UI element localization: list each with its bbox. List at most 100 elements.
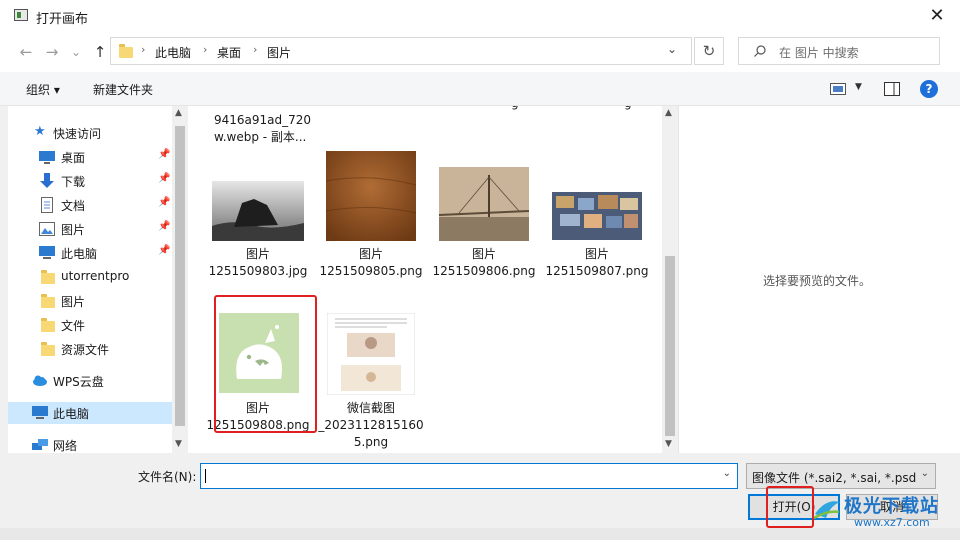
chevron-down-icon[interactable]: ⌄: [723, 468, 731, 479]
sidebar-item-files[interactable]: 文件: [8, 314, 172, 336]
address-bar[interactable]: › 此电脑 › 桌面 › 图片 ⌄: [110, 37, 692, 65]
address-dropdown-icon[interactable]: ⌄: [667, 42, 677, 56]
computer-icon: [32, 406, 48, 419]
pin-icon: 📌: [158, 245, 171, 256]
breadcrumb-pictures[interactable]: 图片: [267, 44, 291, 61]
highlight-box: [766, 486, 814, 528]
view-options-icon[interactable]: [830, 83, 846, 95]
filename-label: 文件名(N):: [138, 470, 197, 484]
sidebar-item-this-pc-quick[interactable]: 此电脑 📌: [8, 242, 172, 264]
image-thumbnail: [552, 192, 642, 240]
up-arrow-icon[interactable]: ↑: [90, 42, 110, 62]
image-thumbnail: [326, 151, 416, 241]
document-icon: [41, 197, 53, 213]
command-toolbar: 组织 ▾ 新建文件夹 ▼: [0, 72, 960, 106]
back-arrow-icon[interactable]: ←: [16, 42, 36, 62]
view-dropdown-icon[interactable]: ▼: [855, 82, 862, 92]
sidebar-item-label: utorrentpro: [61, 269, 130, 283]
desktop-icon: [39, 151, 55, 164]
help-icon[interactable]: ?: [920, 80, 938, 98]
file-name: 图片 1251509803.jpg: [208, 247, 308, 278]
sidebar-item-quick-access[interactable]: ★ 快速访问: [8, 122, 172, 144]
text-caret: [205, 469, 206, 483]
highlight-box: [214, 295, 317, 433]
cut-off-caption: g: [511, 106, 519, 110]
sidebar-item-this-pc[interactable]: 此电脑: [8, 402, 172, 424]
sidebar-item-label: 文件: [61, 319, 86, 333]
organize-button[interactable]: 组织 ▾: [26, 81, 60, 98]
folder-icon: [41, 270, 55, 284]
title-bar: 打开画布 ✕: [0, 0, 960, 32]
new-folder-button[interactable]: 新建文件夹: [93, 81, 153, 98]
computer-icon: [39, 246, 55, 259]
navigation-bar: ← → ⌄ ↑ › 此电脑 › 桌面 › 图片 ⌄ ↻ 在 图片 中搜索: [0, 32, 960, 72]
scroll-up-icon[interactable]: ▲: [665, 108, 672, 118]
watermark: 极光下载站 www.xz7.com: [812, 490, 960, 534]
breadcrumb-this-pc[interactable]: 此电脑: [155, 44, 191, 61]
network-icon: [32, 439, 48, 450]
sidebar-item-resources[interactable]: 资源文件: [8, 338, 172, 360]
file-name-line: w.webp - 副本...: [214, 130, 307, 144]
star-icon: ★: [34, 124, 46, 139]
sidebar-item-network[interactable]: 网络: [8, 434, 172, 456]
scroll-down-icon[interactable]: ▼: [665, 439, 672, 449]
scroll-down-icon[interactable]: ▼: [175, 439, 182, 449]
sidebar-item-label: 此电脑: [53, 407, 90, 421]
scrollbar-thumb[interactable]: [665, 256, 675, 436]
filename-input[interactable]: ⌄: [200, 463, 738, 489]
download-icon: [40, 173, 54, 188]
sidebar-item-downloads[interactable]: 下载 📌: [8, 170, 172, 192]
breadcrumb-separator: ›: [253, 43, 258, 56]
close-button[interactable]: ✕: [922, 3, 952, 29]
pin-icon: 📌: [158, 149, 171, 160]
image-thumbnail: [439, 167, 529, 241]
pin-icon: 📌: [158, 197, 171, 208]
search-icon: [754, 45, 766, 57]
sidebar-item-label: 网络: [53, 439, 78, 453]
folder-icon: [41, 318, 55, 332]
sidebar-item-label: 图片: [61, 223, 86, 237]
chevron-down-icon: ⌄: [920, 468, 929, 479]
window-title: 打开画布: [36, 12, 89, 27]
preview-empty-text: 选择要预览的文件。: [763, 274, 872, 288]
image-thumbnail: [327, 313, 415, 395]
app-icon: [14, 9, 28, 21]
sidebar-item-desktop[interactable]: 桌面 📌: [8, 146, 172, 168]
file-item[interactable]: 图片 1251509805.png: [315, 148, 427, 288]
file-list-scrollbar[interactable]: ▲ ▼: [662, 106, 678, 453]
pin-icon: 📌: [158, 173, 171, 184]
file-item[interactable]: 图片 1251509807.png: [541, 166, 653, 286]
scroll-up-icon[interactable]: ▲: [175, 108, 182, 118]
breadcrumb-separator: ›: [141, 43, 146, 56]
sidebar-item-documents[interactable]: 文档 📌: [8, 194, 172, 216]
sidebar-item-label: 此电脑: [61, 247, 98, 261]
breadcrumb-desktop[interactable]: 桌面: [217, 44, 241, 61]
search-placeholder: 在 图片 中搜索: [779, 46, 859, 60]
open-canvas-dialog: 打开画布 ✕ ← → ⌄ ↑ › 此电脑 › 桌面 › 图片 ⌄ ↻ 在 图片 …: [0, 0, 960, 540]
sidebar-item-utorrentpro[interactable]: utorrentpro: [8, 266, 172, 288]
file-item[interactable]: 微信截图 _2023112815160 5.png: [315, 304, 427, 450]
sidebar-item-folder-pictures[interactable]: 图片: [8, 290, 172, 312]
sidebar-item-label: 资源文件: [61, 343, 110, 357]
scrollbar-thumb[interactable]: [175, 126, 185, 426]
preview-pane-icon[interactable]: [884, 82, 900, 96]
search-input[interactable]: 在 图片 中搜索: [738, 37, 940, 65]
cloud-icon: [33, 375, 47, 386]
sidebar-item-label: WPS云盘: [53, 375, 104, 389]
sidebar-item-pictures[interactable]: 图片 📌: [8, 218, 172, 240]
file-name-line: 9416a91ad_720: [214, 113, 312, 127]
file-item[interactable]: 图片 1251509806.png: [428, 166, 540, 286]
file-name: 图片 1251509807.png: [545, 247, 649, 278]
file-item[interactable]: 图片 1251509803.jpg: [202, 166, 314, 286]
file-name: 图片 1251509805.png: [319, 247, 423, 278]
forward-arrow-icon[interactable]: →: [42, 42, 62, 62]
sidebar-item-wps-cloud[interactable]: WPS云盘: [8, 370, 172, 392]
watermark-logo-icon: [813, 501, 840, 520]
navigation-scrollbar[interactable]: ▲ ▼: [172, 106, 188, 453]
recent-dropdown-icon[interactable]: ⌄: [66, 42, 86, 62]
folder-icon: [41, 294, 55, 308]
refresh-button[interactable]: ↻: [694, 37, 724, 65]
cut-off-caption: g: [624, 106, 632, 110]
image-thumbnail: [212, 181, 304, 241]
partial-file-name[interactable]: 9416a91ad_720 w.webp - 副本...: [214, 112, 326, 146]
